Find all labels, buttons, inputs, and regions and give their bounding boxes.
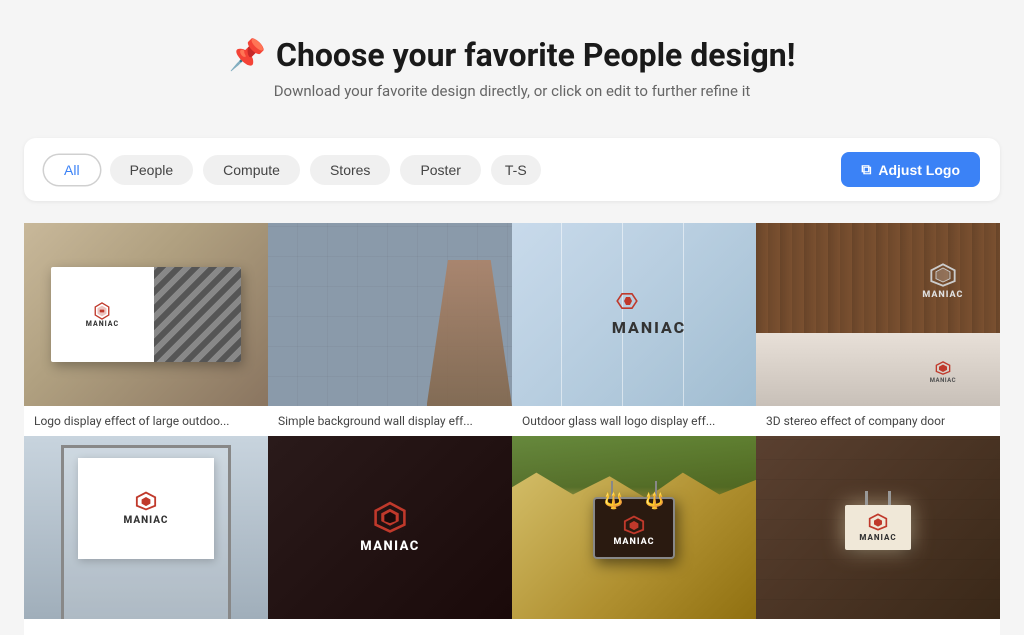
design-image-4: MANIAC MANIAC [756,223,1000,406]
design-image-6: MANIAC [268,436,512,619]
design-caption-6 [268,619,512,635]
design-image-7: 🔱 🔱 MANIAC [512,436,756,619]
pin-icon: 📌 [229,38,266,73]
design-caption-3: Outdoor glass wall logo display eff... [512,406,756,436]
filter-poster[interactable]: Poster [400,155,480,185]
filter-people[interactable]: People [110,155,194,185]
design-card-7[interactable]: 🔱 🔱 MANIAC [512,436,756,635]
design-caption-4: 3D stereo effect of company door [756,406,1000,436]
design-caption-5 [24,619,268,635]
adjust-logo-button[interactable]: ⧉ Adjust Logo [841,152,980,187]
design-image-1: MANIAC [24,223,268,406]
filter-all[interactable]: All [44,155,100,185]
design-card-6[interactable]: MANIAC [268,436,512,635]
page-header: 📌 Choose your favorite People design! Do… [0,0,1024,120]
page-subtitle: Download your favorite design directly, … [20,82,1004,100]
filter-more[interactable]: T-S [491,155,541,185]
design-image-2: MANIAC LET'S GO TRAVEL [268,223,512,406]
design-card-1[interactable]: MANIAC Logo display effect of large outd… [24,223,268,436]
design-card-2[interactable]: MANIAC LET'S GO TRAVEL Simple background… [268,223,512,436]
filter-bar: All People Compute Stores Poster T-S ⧉ A… [24,138,1000,201]
design-card-3[interactable]: MANIAC Outdoor glass wall logo display e… [512,223,756,436]
design-grid: MANIAC Logo display effect of large outd… [24,223,1000,635]
design-image-5: MANIAC [24,436,268,619]
design-image-3: MANIAC [512,223,756,406]
design-caption-8 [756,619,1000,635]
design-card-8[interactable]: MANIAC [756,436,1000,635]
design-card-5[interactable]: MANIAC [24,436,268,635]
adjust-logo-label: Adjust Logo [878,162,960,178]
design-caption-2: Simple background wall display eff... [268,406,512,436]
design-image-8: MANIAC [756,436,1000,619]
page-wrapper: 📌 Choose your favorite People design! Do… [0,0,1024,635]
design-caption-1: Logo display effect of large outdoo... [24,406,268,436]
filter-compute[interactable]: Compute [203,155,300,185]
filter-stores[interactable]: Stores [310,155,390,185]
design-card-4[interactable]: MANIAC MANIAC 3D stereo effect of compan… [756,223,1000,436]
design-caption-7 [512,619,756,635]
page-title: 📌 Choose your favorite People design! [20,36,1004,74]
adjust-icon: ⧉ [861,161,871,178]
